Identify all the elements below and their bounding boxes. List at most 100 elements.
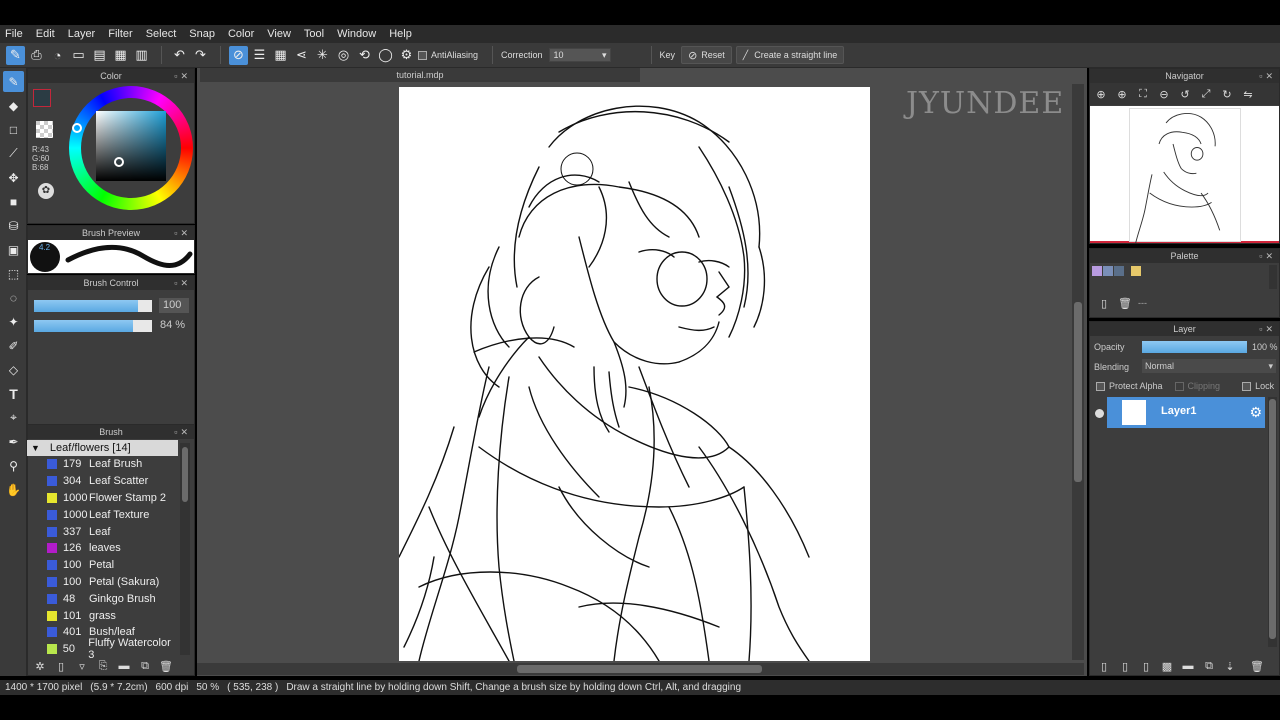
snap-perspective-icon[interactable]: ⋖ [292, 46, 311, 65]
canvas-vertical-scrollbar[interactable] [1072, 84, 1084, 660]
menu-edit[interactable]: Edit [36, 28, 55, 40]
brush-list-scrollbar[interactable] [180, 443, 190, 655]
add-brush-icon[interactable]: ▿ [74, 658, 90, 674]
foreground-color-swatch[interactable] [33, 89, 51, 107]
brush-size-value[interactable]: 100 [159, 298, 189, 313]
panel-controls-icon[interactable]: ▫✕ [174, 226, 191, 240]
pen-tool-icon[interactable]: ✒ [3, 431, 24, 452]
panel-controls-icon[interactable]: ▫✕ [174, 69, 191, 83]
undo-icon[interactable]: ↶ [170, 46, 189, 65]
zoom-in-icon[interactable]: ⊕ [1114, 86, 1130, 102]
text-tool-icon[interactable]: T [3, 383, 24, 404]
merge-layer-icon[interactable]: ⇣ [1222, 658, 1238, 674]
fit-window-icon[interactable]: ⛶ [1135, 86, 1151, 102]
protect-alpha-checkbox[interactable] [1096, 381, 1105, 391]
select-eraser-tool-icon[interactable]: ◇ [3, 359, 24, 380]
rectangle-tool-icon[interactable]: □ [3, 119, 24, 140]
save-icon[interactable]: ⎙ [27, 46, 46, 65]
copy-brush-icon[interactable]: ⎘ [95, 658, 111, 674]
layer-row[interactable]: Layer1 ⚙ [1107, 397, 1265, 428]
grid-icon[interactable]: ▦ [111, 46, 130, 65]
layer-opacity-slider[interactable] [1142, 341, 1247, 353]
vertical-scroll-thumb[interactable] [1074, 302, 1082, 482]
new-layer-1bit-icon[interactable]: ▯ [1138, 658, 1154, 674]
menu-filter[interactable]: Filter [108, 28, 132, 40]
snap-ellipse-icon[interactable]: ◯ [376, 46, 395, 65]
select-pen-tool-icon[interactable]: ✐ [3, 335, 24, 356]
navigator-preview[interactable] [1090, 106, 1279, 244]
menu-layer[interactable]: Layer [68, 28, 96, 40]
palette-swatch[interactable] [1131, 266, 1141, 276]
new-brush-icon[interactable]: ▯ [53, 658, 69, 674]
layout-icon[interactable]: ▤ [90, 46, 109, 65]
layer-scrollbar[interactable] [1268, 397, 1277, 647]
gradient-tool-icon[interactable]: ▣ [3, 239, 24, 260]
sv-cursor-icon[interactable] [114, 157, 124, 167]
lock-checkbox[interactable] [1242, 381, 1252, 391]
halftone-layer-icon[interactable]: ▩ [1159, 658, 1175, 674]
panel-controls-icon[interactable]: ▫✕ [1259, 249, 1276, 263]
layer-folder-icon[interactable]: ▬ [1180, 658, 1196, 674]
menu-help[interactable]: Help [389, 28, 412, 40]
antialias-toggle[interactable]: AntiAliasing [418, 50, 478, 60]
panels-icon[interactable]: ▥ [132, 46, 151, 65]
brush-size-slider[interactable] [34, 300, 152, 312]
new-layer-8bit-icon[interactable]: ▯ [1117, 658, 1133, 674]
brush-mode-icon[interactable]: ✎ [6, 45, 25, 65]
panel-controls-icon[interactable]: ▫✕ [1259, 322, 1276, 336]
blending-select[interactable]: Normal ▾ [1142, 359, 1276, 373]
menu-snap[interactable]: Snap [189, 28, 215, 40]
palette-swatch[interactable] [1114, 266, 1124, 276]
brush-item[interactable]: 100 Petal [27, 557, 178, 574]
move-tool-icon[interactable]: ✥ [3, 167, 24, 188]
hand-tool-icon[interactable]: ✋ [3, 479, 24, 500]
eyedropper-tool-icon[interactable]: ⚲ [3, 455, 24, 476]
eraser-tool-icon[interactable]: ◆ [3, 95, 24, 116]
layer-scroll-thumb[interactable] [1269, 399, 1276, 639]
brush-tool-icon[interactable]: ✎ [3, 71, 24, 92]
snap-settings-icon[interactable]: ⚙ [397, 46, 416, 65]
brush-item[interactable]: 179 Leaf Brush [27, 456, 178, 473]
zoom-out-icon[interactable]: ⊖ [1156, 86, 1172, 102]
select-rect-tool-icon[interactable]: ⬚ [3, 263, 24, 284]
rotate-left-icon[interactable]: ↺ [1177, 86, 1193, 102]
brush-item[interactable]: 1000 Leaf Texture [27, 506, 178, 523]
menu-file[interactable]: File [5, 28, 23, 40]
clipping-checkbox[interactable] [1174, 381, 1184, 391]
brush-item[interactable]: 337 Leaf [27, 523, 178, 540]
layer-visibility-icon[interactable] [1095, 409, 1104, 418]
brush-opacity-value[interactable]: 84 % [160, 319, 185, 331]
line-tool-icon[interactable]: ⟋ [3, 143, 24, 164]
new-layer-icon[interactable]: ▯ [1096, 658, 1112, 674]
fit-screen-icon[interactable]: ⤢ [1198, 86, 1214, 102]
document-tab[interactable]: tutorial.mdp [200, 68, 640, 82]
speech-icon[interactable]: ◔ [48, 46, 67, 65]
bucket-tool-icon[interactable]: ⛁ [3, 215, 24, 236]
snap-grid-icon[interactable]: ▦ [271, 46, 290, 65]
menu-tool[interactable]: Tool [304, 28, 324, 40]
new-palette-icon[interactable]: ▯ [1096, 295, 1112, 311]
brush-item[interactable]: 100 Petal (Sakura) [27, 574, 178, 591]
menu-select[interactable]: Select [146, 28, 177, 40]
canvas-horizontal-scrollbar[interactable] [197, 663, 1084, 675]
snap-radial-icon[interactable]: ✳ [313, 46, 332, 65]
duplicate-layer-icon[interactable]: ⧉ [1201, 658, 1217, 674]
panel-controls-icon[interactable]: ▫✕ [174, 276, 191, 290]
palette-swatch[interactable] [1103, 266, 1113, 276]
menu-window[interactable]: Window [337, 28, 376, 40]
menu-view[interactable]: View [267, 28, 291, 40]
brush-list-scroll-thumb[interactable] [182, 447, 188, 502]
delete-palette-icon[interactable]: 🗑 [1117, 295, 1133, 311]
reset-button[interactable]: ⊘ Reset [681, 46, 732, 64]
brush-item[interactable]: 101 grass [27, 607, 178, 624]
antialias-checkbox[interactable] [418, 50, 427, 60]
brush-item[interactable]: 304 Leaf Scatter [27, 473, 178, 490]
layer-settings-icon[interactable]: ⚙ [1249, 404, 1262, 421]
folder-icon[interactable]: ▬ [116, 658, 132, 674]
snap-parallel-icon[interactable]: ☰ [250, 46, 269, 65]
delete-layer-icon[interactable]: 🗑 [1249, 658, 1265, 674]
lasso-tool-icon[interactable]: ◌ [3, 287, 24, 308]
magic-wand-tool-icon[interactable]: ✦ [3, 311, 24, 332]
brush-item[interactable]: 48 Ginkgo Brush [27, 590, 178, 607]
duplicate-icon[interactable]: ⧉ [137, 658, 153, 674]
